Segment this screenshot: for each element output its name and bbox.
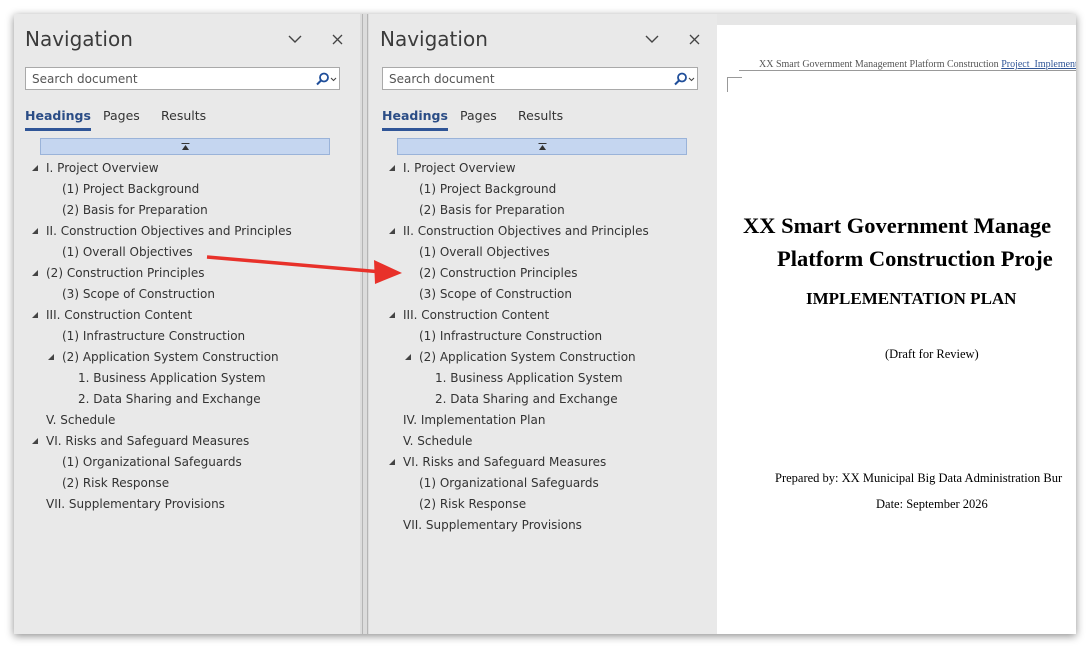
heading-label: 1. Business Application System [78,371,266,385]
heading-label: II. Construction Objectives and Principl… [46,224,292,238]
heading-label: (1) Organizational Safeguards [62,455,242,469]
heading-label: VII. Supplementary Provisions [403,518,582,532]
heading-label: (2) Application System Construction [419,350,636,364]
expanded-triangle-icon[interactable] [388,311,396,319]
heading-label: (1) Organizational Safeguards [419,476,599,490]
prepared-by: Prepared by: XX Municipal Big Data Admin… [775,471,1063,485]
close-icon [689,34,699,44]
collapse-all-button[interactable] [40,138,330,155]
expanded-triangle-icon[interactable] [388,164,396,172]
heading-label: (3) Scope of Construction [419,287,572,301]
expanded-triangle-icon[interactable] [31,269,39,277]
search-icon [316,72,337,86]
heading-label: VI. Risks and Safeguard Measures [46,434,250,448]
search-box [25,67,340,90]
heading-label: I. Project Overview [46,161,159,175]
pane-splitter[interactable] [360,14,369,634]
document-title-line-2: Platform Construction Proje [777,246,1053,271]
tab-pages[interactable]: Pages [103,108,140,123]
expanded-triangle-icon[interactable] [404,353,412,361]
heading-label: III. Construction Content [46,308,193,322]
splitter-line [367,14,368,634]
search-input[interactable] [32,71,302,86]
heading-label: I. Project Overview [403,161,516,175]
search-input[interactable] [389,71,659,86]
heading-label: 2. Data Sharing and Exchange [435,392,618,406]
collapse-all-icon [181,142,189,150]
heading-label: (2) Risk Response [62,476,170,490]
chevron-down-icon [645,35,659,43]
navigation-pane-before: Navigation Headings Pages Results I [14,14,360,634]
document-subtitle: IMPLEMENTATION PLAN [806,289,1017,308]
pane-options-button[interactable] [284,28,306,50]
heading-label: (2) Basis for Preparation [419,203,565,217]
expanded-triangle-icon[interactable] [47,353,55,361]
splitter-line [362,14,363,634]
expanded-triangle-icon[interactable] [31,227,39,235]
app-window: Navigation Headings Pages Results I [14,14,1076,634]
header-rule [739,70,1076,71]
pane-options-button[interactable] [641,28,663,50]
heading-label: III. Construction Content [403,308,550,322]
heading-label: V. Schedule [403,434,473,448]
heading-label: (1) Overall Objectives [419,245,550,259]
heading-label: (1) Project Background [419,182,557,196]
pane-title: Navigation [25,27,133,51]
tab-results[interactable]: Results [518,108,563,123]
close-pane-button[interactable] [683,28,705,50]
heading-label: (2) Construction Principles [419,266,578,280]
collapse-all-icon [538,142,546,150]
margin-corner-mark [727,77,742,92]
heading-label: (2) Application System Construction [62,350,279,364]
draft-note: (Draft for Review) [885,347,979,361]
chevron-down-icon [288,35,302,43]
search-icon [674,72,695,86]
heading-label: 1. Business Application System [435,371,623,385]
expanded-triangle-icon[interactable] [31,311,39,319]
heading-label: (1) Infrastructure Construction [419,329,603,343]
close-icon [332,34,342,44]
heading-label: IV. Implementation Plan [403,413,546,427]
expanded-triangle-icon[interactable] [388,227,396,235]
pane-title: Navigation [380,27,488,51]
tab-pages[interactable]: Pages [460,108,497,123]
heading-label: VI. Risks and Safeguard Measures [403,455,607,469]
document-page: XX Smart Government Management Platform … [717,14,1076,634]
heading-label: (1) Project Background [62,182,200,196]
heading-label: (1) Overall Objectives [62,245,193,259]
page-header-text: XX Smart Government Management Platform … [759,59,1002,70]
search-button[interactable] [309,70,337,88]
close-pane-button[interactable] [326,28,348,50]
heading-label: V. Schedule [46,413,116,427]
heading-label: (2) Basis for Preparation [62,203,208,217]
heading-label: (1) Infrastructure Construction [62,329,246,343]
tab-headings[interactable]: Headings [382,108,448,131]
heading-label: (2) Construction Principles [46,266,205,280]
collapse-all-button[interactable] [397,138,687,155]
tab-headings[interactable]: Headings [25,108,91,131]
heading-label: (3) Scope of Construction [62,287,215,301]
heading-label: (2) Risk Response [419,497,527,511]
heading-label: 2. Data Sharing and Exchange [78,392,261,406]
page-header-link[interactable]: Project_Implementa [1001,59,1076,70]
heading-label: VII. Supplementary Provisions [46,497,225,511]
search-box [382,67,698,90]
document-title-line-1: XX Smart Government Manage [743,213,1052,238]
expanded-triangle-icon[interactable] [31,437,39,445]
document-date: Date: September 2026 [876,497,988,511]
expanded-triangle-icon[interactable] [388,458,396,466]
search-button[interactable] [667,70,695,88]
page-header: XX Smart Government Management Platform … [759,59,1076,70]
heading-label: II. Construction Objectives and Principl… [403,224,649,238]
tab-results[interactable]: Results [161,108,206,123]
navigation-pane-after: Navigation Headings Pages Results I [369,14,717,634]
expanded-triangle-icon[interactable] [31,164,39,172]
page-gap [717,14,1076,25]
